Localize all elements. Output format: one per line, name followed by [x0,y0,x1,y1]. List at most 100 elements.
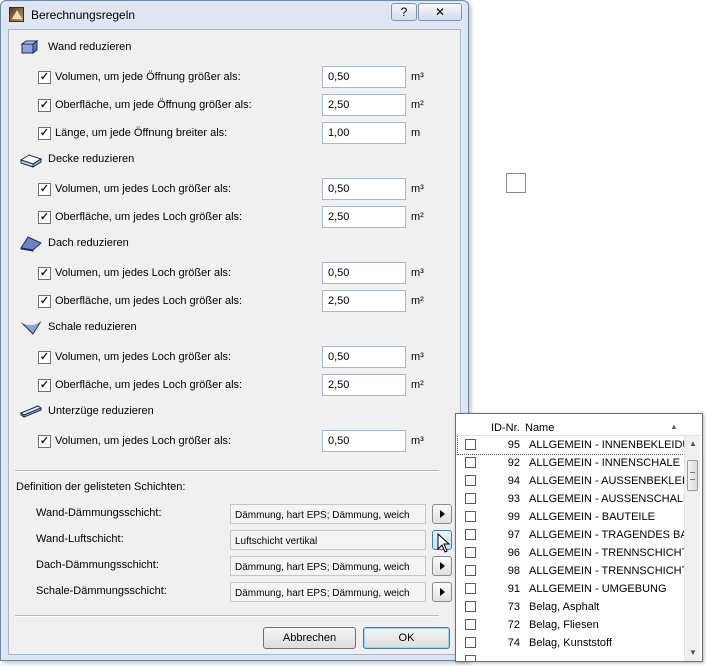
list-item-id: 93 [507,493,520,505]
list-item[interactable]: 97 ALLGEMEIN - TRAGENDES BAUTEIL [458,526,684,544]
list-item[interactable]: 95 ALLGEMEIN - INNENBEKLEIDUNG [457,436,684,455]
list-item[interactable] [458,652,684,661]
layer-value-field[interactable]: Dämmung, hart EPS; Dämmung, weich [230,582,426,602]
rule-row: ✓ Volumen, um jedes Loch größer als: 0,5… [36,178,446,200]
section-title: Decke reduzieren [48,153,135,165]
rule-checkbox[interactable]: ✓ [38,127,51,140]
list-item-name: Belag, Asphalt [529,601,600,613]
rule-checkbox[interactable]: ✓ [38,435,51,448]
list-item-checkbox[interactable] [465,547,476,558]
rule-label: Oberfläche, um jedes Loch größer als: [55,379,243,391]
layer-value-field[interactable]: Dämmung, hart EPS; Dämmung, weich [230,504,426,524]
list-item-name: ALLGEMEIN - INNENSCHALE [529,457,680,469]
list-item-checkbox[interactable] [465,619,476,630]
list-item[interactable]: 92 ALLGEMEIN - INNENSCHALE [458,454,684,472]
cancel-button[interactable]: Abbrechen [263,627,356,649]
scroll-thumb[interactable] [687,460,698,491]
list-item-checkbox[interactable] [465,439,476,450]
layer-value-field[interactable]: Luftschicht vertikal [230,530,426,550]
list-header: ID-Nr. Name ▲ [456,414,702,436]
app-logo-icon [9,7,24,22]
divider [15,470,439,472]
section-title: Wand reduzieren [48,41,132,53]
rule-value-input[interactable]: 0,50 [322,262,406,284]
close-icon: ✕ [434,5,446,19]
list-item-name: Belag, Kunststoff [529,637,612,649]
rule-value-input[interactable]: 0,50 [322,178,406,200]
section-title: Schale reduzieren [48,321,137,333]
rule-checkbox[interactable]: ✓ [38,99,51,112]
rule-value-input[interactable]: 0,50 [322,346,406,368]
rule-value-input[interactable]: 2,50 [322,94,406,116]
list-item[interactable]: 94 ALLGEMEIN - AUSSENBEKLEIDUNG [458,472,684,490]
layer-picker-button[interactable] [432,556,452,576]
column-header-name[interactable]: Name [525,422,554,434]
section-title: Dach reduzieren [48,237,129,249]
list-scrollbar[interactable]: ▲ ▼ [684,436,700,661]
layer-value-field[interactable]: Dämmung, hart EPS; Dämmung, weich [230,556,426,576]
rule-checkbox[interactable]: ✓ [38,351,51,364]
list-item[interactable]: 96 ALLGEMEIN - TRENNSCHICHT [458,544,684,562]
list-item-name: ALLGEMEIN - TRAGENDES BAUTEIL [529,529,684,541]
list-item[interactable]: 99 ALLGEMEIN - BAUTEILE [458,508,684,526]
rule-row: ✓ Oberfläche, um jedes Loch größer als: … [36,206,446,228]
list-item-checkbox[interactable] [465,493,476,504]
layer-row-wall-air: Wand-Luftschicht: Luftschicht vertikal [36,530,456,550]
rule-label: Volumen, um jedes Loch größer als: [55,435,232,447]
list-item-checkbox[interactable] [465,475,476,486]
rule-unit: m [411,127,421,139]
rule-value-input[interactable]: 2,50 [322,290,406,312]
list-item[interactable]: 91 ALLGEMEIN - UMGEBUNG [458,580,684,598]
layer-label: Wand-Dämmungsschicht: [36,507,162,519]
help-button[interactable]: ? [391,3,417,21]
ok-button[interactable]: OK [363,627,450,649]
rule-checkbox[interactable]: ✓ [38,379,51,392]
list-item[interactable]: 73 Belag, Asphalt [458,598,684,616]
list-item-id: 96 [507,547,520,559]
list-item-checkbox[interactable] [465,529,476,540]
titlebar[interactable]: Berechnungsregeln ? ✕ [1,1,468,29]
rule-checkbox[interactable]: ✓ [38,71,51,84]
list-item-checkbox[interactable] [465,565,476,576]
column-header-id[interactable]: ID-Nr. [491,422,520,434]
calculation-rules-dialog: Berechnungsregeln ? ✕ Wand reduzieren ✓ … [0,0,469,661]
close-button[interactable]: ✕ [418,3,462,21]
list-item-id: 98 [507,565,520,577]
scroll-down-icon[interactable]: ▼ [685,645,701,661]
empty-checkbox[interactable] [506,173,526,193]
rule-unit: m² [411,295,424,307]
layer-picker-button[interactable] [432,582,452,602]
rule-row: ✓ Länge, um jede Öffnung breiter als: 1,… [36,122,446,144]
rule-checkbox[interactable]: ✓ [38,295,51,308]
rule-value-input[interactable]: 0,50 [322,66,406,88]
list-item-name: Belag, Fliesen [529,619,599,631]
list-item-checkbox[interactable] [465,637,476,648]
rule-label: Volumen, um jedes Loch größer als: [55,267,232,279]
layer-label: Wand-Luftschicht: [36,533,124,545]
rule-value-input[interactable]: 2,50 [322,374,406,396]
layer-label: Dach-Dämmungsschicht: [36,559,159,571]
layer-picker-button[interactable] [432,504,452,524]
layer-row-wall-insulation: Wand-Dämmungsschicht: Dämmung, hart EPS;… [36,504,456,524]
list-item[interactable]: 98 ALLGEMEIN - TRENNSCHICHT AUSSEN [458,562,684,580]
list-item-checkbox[interactable] [465,511,476,522]
rule-value-input[interactable]: 0,50 [322,430,406,452]
rule-unit: m³ [411,267,424,279]
list-item[interactable]: 93 ALLGEMEIN - AUSSENSCHALE [458,490,684,508]
rule-value-input[interactable]: 1,00 [322,122,406,144]
rule-value-input[interactable]: 2,50 [322,206,406,228]
rule-label: Oberfläche, um jede Öffnung größer als: [55,99,252,111]
rule-label: Volumen, um jedes Loch größer als: [55,351,232,363]
rule-checkbox[interactable]: ✓ [38,183,51,196]
rule-checkbox[interactable]: ✓ [38,211,51,224]
list-item-checkbox[interactable] [465,583,476,594]
list-item[interactable]: 74 Belag, Kunststoff [458,634,684,652]
rule-checkbox[interactable]: ✓ [38,267,51,280]
list-item-checkbox[interactable] [465,601,476,612]
scroll-up-icon[interactable]: ▲ [685,436,701,452]
list-item-checkbox[interactable] [465,655,476,661]
list-item[interactable]: 72 Belag, Fliesen [458,616,684,634]
list-item-checkbox[interactable] [465,457,476,468]
rule-unit: m³ [411,183,424,195]
rule-label: Volumen, um jede Öffnung größer als: [55,71,241,83]
